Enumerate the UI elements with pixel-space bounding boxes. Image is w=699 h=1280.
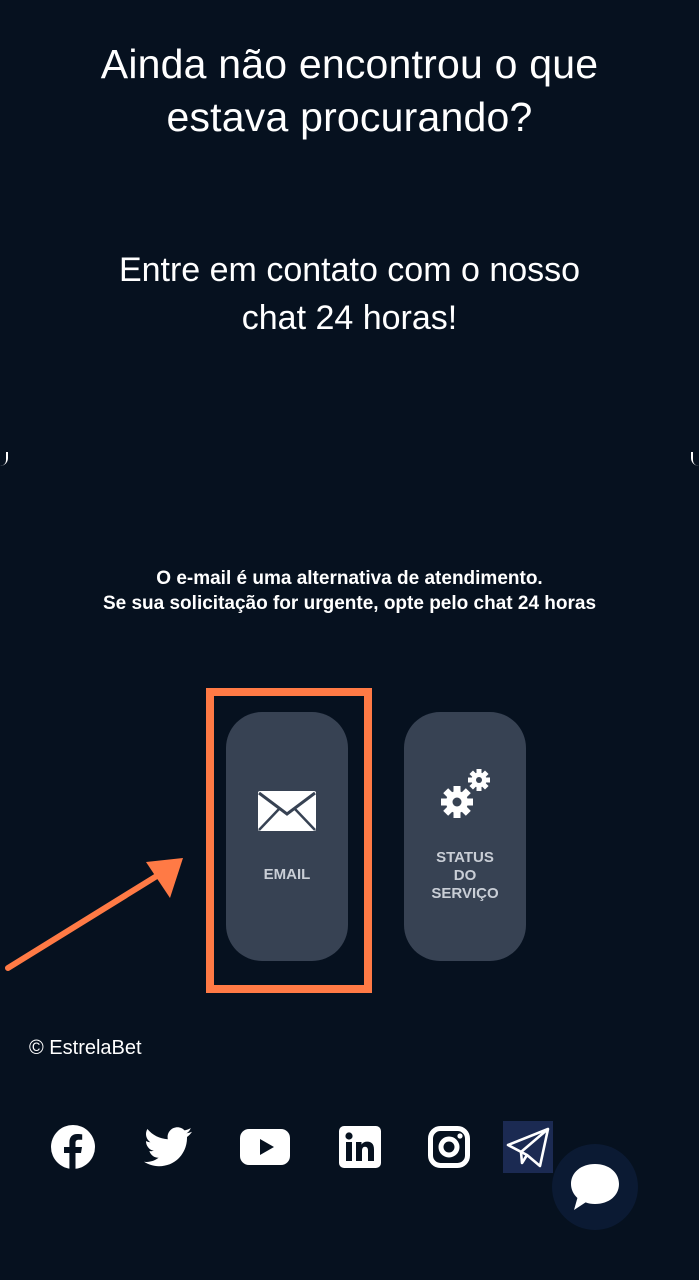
support-page: Ainda não encontrou o que estava procura… bbox=[0, 0, 699, 1280]
status-label-line-2: DO bbox=[453, 867, 477, 884]
instagram-icon bbox=[428, 1126, 470, 1168]
twitter-icon bbox=[144, 1127, 192, 1167]
hero-corner-left bbox=[0, 452, 8, 466]
telegram-icon bbox=[506, 1127, 550, 1168]
hero-title: Ainda não encontrou o que estava procura… bbox=[100, 41, 599, 140]
facebook-link[interactable] bbox=[50, 1122, 96, 1172]
service-status-label: STATUS DO SERVIÇO bbox=[404, 849, 526, 903]
youtube-icon bbox=[240, 1129, 290, 1165]
youtube-link[interactable] bbox=[240, 1122, 290, 1172]
email-option-label: EMAIL bbox=[263, 866, 311, 883]
twitter-link[interactable] bbox=[144, 1122, 192, 1172]
hero-subtitle: Entre em contato com o nosso chat 24 hor… bbox=[118, 251, 581, 337]
copyright-text: © EstrelaBet bbox=[29, 1037, 142, 1059]
chat-button[interactable] bbox=[552, 1144, 638, 1230]
facebook-icon bbox=[51, 1125, 95, 1169]
instagram-link[interactable] bbox=[428, 1122, 470, 1172]
linkedin-icon bbox=[339, 1126, 381, 1168]
notice-line-1: O e-mail é uma alternativa de atendiment… bbox=[156, 568, 543, 589]
service-status-option-button[interactable]: STATUS DO SERVIÇO bbox=[404, 712, 526, 961]
email-notice: O e-mail é uma alternativa de atendiment… bbox=[30, 566, 669, 616]
hero-section: Ainda não encontrou o que estava procura… bbox=[0, 0, 699, 466]
status-label-line-1: STATUS bbox=[436, 849, 494, 866]
pointer-arrow-icon bbox=[5, 858, 183, 971]
notice-line-2: Se sua solicitação for urgente, opte pel… bbox=[102, 593, 597, 614]
status-label-line-3: SERVIÇO bbox=[431, 885, 499, 902]
email-option-button[interactable]: EMAIL bbox=[226, 712, 348, 961]
hero-corner-right bbox=[691, 452, 699, 466]
envelope-icon bbox=[226, 790, 348, 832]
chat-bubble-icon bbox=[571, 1164, 619, 1210]
gears-icon bbox=[404, 764, 526, 824]
telegram-link[interactable] bbox=[503, 1121, 553, 1173]
linkedin-link[interactable] bbox=[339, 1122, 381, 1172]
